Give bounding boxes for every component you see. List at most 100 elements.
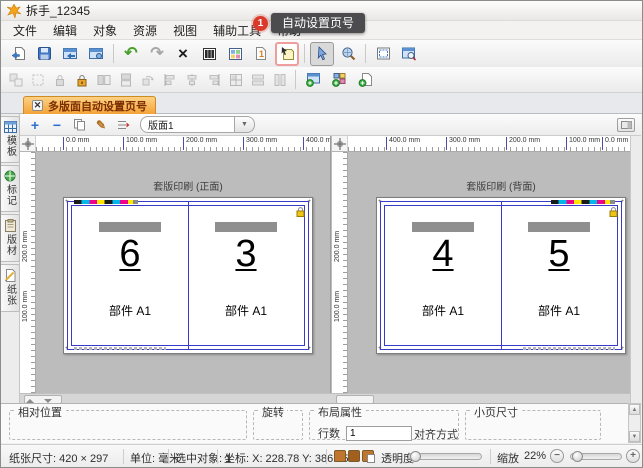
align-center-button[interactable] xyxy=(181,69,203,91)
align-right-button[interactable] xyxy=(203,69,225,91)
sheet-title-back: 套版印刷 (背面) xyxy=(376,178,626,193)
opacity-swatch-page-icon[interactable] xyxy=(362,450,374,462)
layout-combo-value[interactable]: 版面1 xyxy=(140,116,235,133)
zoom-slider-knob[interactable] xyxy=(572,451,583,462)
page-part-label: 部件 A1 xyxy=(188,302,304,319)
menu-view[interactable]: 视图 xyxy=(165,20,205,41)
minus-icon: − xyxy=(53,118,61,132)
menu-edit[interactable]: 编辑 xyxy=(45,20,85,41)
import-layout-icon xyxy=(62,46,78,61)
rotate-icon xyxy=(141,73,155,87)
sheet-front[interactable]: + + + + 6 部件 A1 3 部件 A1 xyxy=(63,197,313,354)
app-icon xyxy=(7,4,21,18)
align-left-button[interactable] xyxy=(159,69,181,91)
properties-scrollbar[interactable]: ▲ ▼ xyxy=(628,403,641,443)
columns-2-button[interactable] xyxy=(269,69,291,91)
menu-object[interactable]: 对象 xyxy=(85,20,125,41)
undo-button[interactable]: ↶ xyxy=(119,42,143,66)
delete-button[interactable]: × xyxy=(171,42,195,66)
auto-page-number-button[interactable] xyxy=(275,42,299,66)
selected-objects-status: 选中对象: 1 xyxy=(175,450,231,466)
export-layout-button[interactable] xyxy=(84,42,108,66)
page-header-bar xyxy=(215,222,277,232)
columns-view-button[interactable] xyxy=(197,42,221,66)
vertical-scrollbar[interactable] xyxy=(630,136,642,405)
layout-selector[interactable]: 版面1 ▼ xyxy=(140,116,255,133)
zoom-out-button[interactable]: − xyxy=(550,449,564,463)
remove-layout-item-button[interactable]: − xyxy=(48,116,66,134)
sheet-back[interactable]: + + + + 4 部件 A1 5 部件 A1 xyxy=(376,197,626,354)
add-blocks-button[interactable] xyxy=(327,68,351,92)
opacity-slider[interactable] xyxy=(408,453,482,460)
page-slot[interactable]: 4 部件 A1 xyxy=(385,206,501,345)
rotate-button[interactable] xyxy=(137,69,159,91)
opacity-swatch-icon[interactable] xyxy=(334,450,346,462)
splitter-up-icon[interactable] xyxy=(26,399,34,403)
mirror-horizontal-button[interactable] xyxy=(93,69,115,91)
vertical-ruler-front: 200.0 mm 100.0 mm xyxy=(20,152,36,393)
properties-panel: 相对位置 旋转 布局属性 行数 对齐方式 小页尺寸 xyxy=(1,403,628,443)
page-slot[interactable]: 6 部件 A1 xyxy=(72,206,188,345)
side-tab-paper[interactable]: 纸张 xyxy=(1,264,20,312)
ruler-origin-crosshair-icon[interactable] xyxy=(332,136,348,152)
edit-pencil-icon: ✎ xyxy=(96,119,106,131)
scroll-up-icon[interactable]: ▲ xyxy=(629,404,640,415)
zoom-in-button[interactable]: + xyxy=(626,449,640,463)
copy-layout-button[interactable] xyxy=(70,116,88,134)
status-separator xyxy=(123,449,124,464)
split-panes-button[interactable] xyxy=(225,69,247,91)
side-tab-templates[interactable]: 模板 xyxy=(1,116,20,163)
opacity-slider-knob[interactable] xyxy=(410,451,421,462)
rows-button[interactable] xyxy=(247,69,269,91)
back-view[interactable]: 套版印刷 (背面) + + + + 4 部件 A xyxy=(348,152,631,393)
fit-view-button[interactable] xyxy=(371,42,395,66)
side-tab-marks[interactable]: 标记 xyxy=(1,165,20,212)
side-tab-plates[interactable]: 版材 xyxy=(1,214,20,262)
document-tab[interactable]: ✕ 多版面自动设置页号 xyxy=(23,96,156,114)
lock-colored-button[interactable] xyxy=(71,69,93,91)
rows-input[interactable] xyxy=(346,426,412,441)
ungroup-button[interactable] xyxy=(27,69,49,91)
add-layout-item-button[interactable]: + xyxy=(26,116,44,134)
save-button[interactable] xyxy=(32,42,56,66)
mirror-vertical-button[interactable] xyxy=(115,69,137,91)
ruler-label: 300.0 mm xyxy=(446,137,480,150)
page-slot[interactable]: 5 部件 A1 xyxy=(501,206,617,345)
ruler-label: 100.0 mm xyxy=(123,137,157,150)
reorder-layout-button[interactable] xyxy=(114,116,132,134)
side-tab-label: 标记 xyxy=(3,184,18,206)
scroll-down-icon[interactable]: ▼ xyxy=(629,431,640,442)
page-number-button[interactable]: 1 xyxy=(249,42,273,66)
new-document-button[interactable] xyxy=(6,42,30,66)
menu-resource[interactable]: 资源 xyxy=(125,20,165,41)
ruler-label: 400.0 mm xyxy=(303,137,330,150)
group-title: 布局属性 xyxy=(315,404,365,420)
page-slot[interactable]: 3 部件 A1 xyxy=(188,206,304,345)
select-cursor-button[interactable] xyxy=(310,42,334,66)
preview-button[interactable] xyxy=(397,42,421,66)
ruler-origin-crosshair-icon[interactable] xyxy=(20,136,36,152)
page-part-label: 部件 A1 xyxy=(385,302,501,319)
fit-view-icon xyxy=(376,46,391,61)
zoom-label: 缩放 xyxy=(497,450,519,466)
add-layout-button[interactable] xyxy=(301,68,325,92)
group-button[interactable] xyxy=(5,69,27,91)
chevron-down-icon[interactable]: ▼ xyxy=(235,116,255,133)
import-layout-button[interactable] xyxy=(58,42,82,66)
redo-button[interactable]: ↷ xyxy=(145,42,169,66)
tab-close-icon[interactable]: ✕ xyxy=(32,100,43,111)
pan-zoom-button[interactable] xyxy=(336,42,360,66)
add-page-button[interactable] xyxy=(353,68,377,92)
page-grid-button[interactable] xyxy=(223,42,247,66)
rows-icon xyxy=(251,73,265,87)
panel-toggle-button[interactable] xyxy=(617,118,635,132)
splitter-down-icon[interactable] xyxy=(44,399,52,403)
menu-file[interactable]: 文件 xyxy=(5,20,45,41)
edit-layout-button[interactable]: ✎ xyxy=(92,116,110,134)
lock-button[interactable] xyxy=(49,69,71,91)
opacity-swatch-icon[interactable] xyxy=(348,450,360,462)
page-number: 4 xyxy=(385,232,501,276)
front-view[interactable]: 套版印刷 (正面) + + + + 6 部件 A xyxy=(36,152,330,393)
ruler-label: 200.0 mm xyxy=(183,137,217,150)
zoom-slider[interactable] xyxy=(570,453,622,460)
